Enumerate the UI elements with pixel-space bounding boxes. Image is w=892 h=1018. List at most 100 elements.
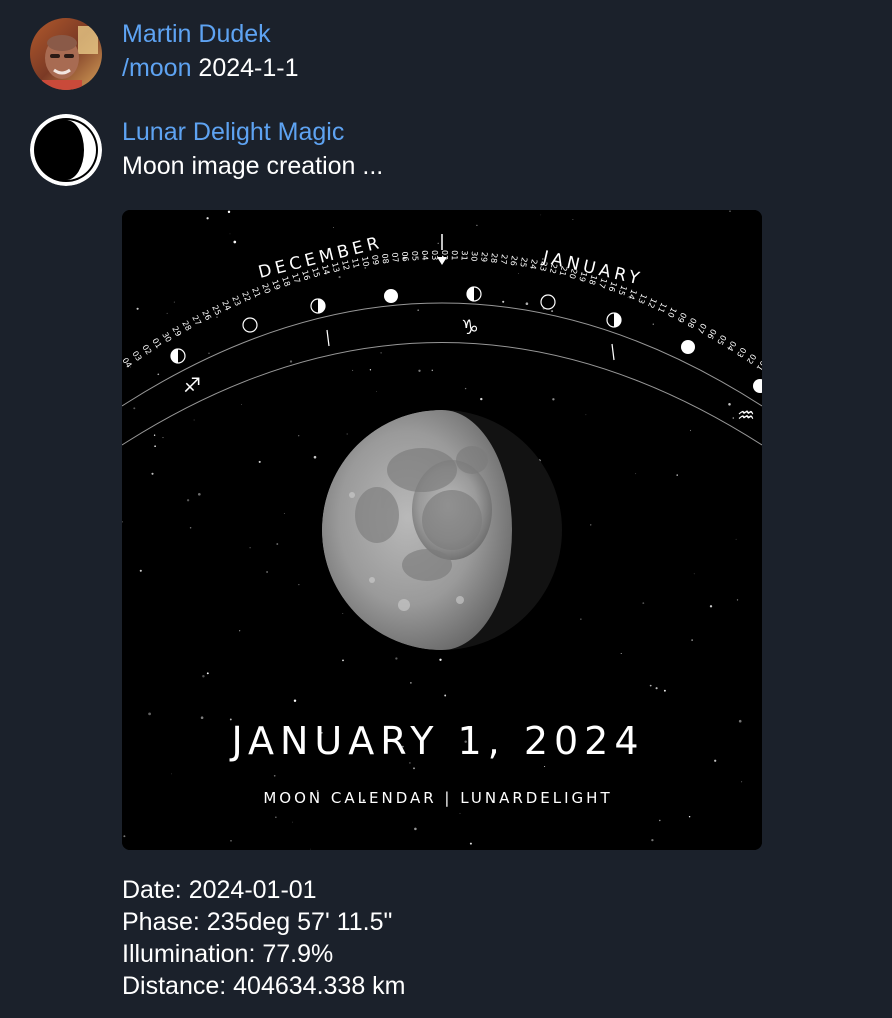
moon-date-title: JANUARY 1, 2024 <box>229 719 644 763</box>
star <box>342 613 344 614</box>
star <box>476 224 478 227</box>
distance-line: Distance: 404634.338 km <box>122 972 406 1000</box>
star <box>148 712 151 716</box>
star <box>342 659 344 662</box>
star <box>735 538 737 540</box>
message-body: Martin Dudek /moon 2024-1-1 <box>122 18 299 86</box>
star <box>133 407 136 410</box>
star <box>689 429 692 432</box>
star <box>189 526 192 529</box>
star <box>642 602 645 604</box>
day-tick-label: 08 <box>380 253 390 264</box>
star <box>691 639 693 641</box>
star <box>709 605 713 608</box>
star <box>346 433 348 435</box>
star <box>459 813 461 814</box>
star <box>173 301 175 303</box>
star <box>139 569 142 572</box>
day-tick-label: 24 <box>528 258 539 270</box>
star <box>729 210 731 212</box>
star <box>338 276 341 279</box>
avatar-bot[interactable] <box>30 114 102 186</box>
day-tick-label: 03 <box>430 250 439 260</box>
message-text: /moon 2024-1-1 <box>122 50 299 86</box>
star <box>469 842 472 845</box>
star <box>572 218 574 220</box>
star <box>502 300 505 303</box>
bot-command-link[interactable]: /moon <box>122 54 191 82</box>
avatar-martin[interactable] <box>30 18 102 90</box>
star <box>166 312 168 314</box>
star <box>439 658 442 661</box>
sagittarius-icon: ♐ <box>183 373 201 397</box>
star <box>151 472 154 475</box>
day-tick-label: 30 <box>469 251 479 262</box>
moon-photo <box>322 410 562 650</box>
star <box>292 821 294 823</box>
star <box>289 360 293 363</box>
star <box>227 210 231 214</box>
day-tick-label: 10 <box>360 256 371 268</box>
star <box>464 387 467 390</box>
star <box>544 765 546 768</box>
star <box>130 366 132 368</box>
star <box>157 373 160 376</box>
star <box>413 767 415 770</box>
star <box>298 435 300 437</box>
star <box>728 403 731 406</box>
star <box>580 618 582 620</box>
star <box>171 773 172 775</box>
star <box>417 309 420 312</box>
day-tick-label: 28 <box>489 252 499 263</box>
star <box>663 689 666 692</box>
star <box>364 267 367 269</box>
star <box>551 310 554 313</box>
moon-logo-icon <box>30 114 102 186</box>
star <box>652 323 654 325</box>
day-tick-label: 29 <box>479 252 489 263</box>
day-tick-label: 26 <box>508 255 518 266</box>
star <box>202 674 205 678</box>
star <box>200 716 204 719</box>
full-moon-icon <box>384 289 398 303</box>
star <box>369 369 372 371</box>
star <box>376 391 377 392</box>
star <box>229 233 231 235</box>
star <box>437 242 439 244</box>
day-tick-label: 25 <box>518 257 529 269</box>
sender-name[interactable]: Martin Dudek <box>122 18 299 50</box>
day-tick-label: 01 <box>450 250 459 260</box>
date-line: Date: 2024-01-01 <box>122 876 317 904</box>
star <box>651 838 654 842</box>
star <box>552 398 555 401</box>
day-tick-label: 27 <box>499 254 509 265</box>
star <box>162 437 164 439</box>
star <box>649 684 652 687</box>
last-quarter-icon <box>170 348 186 364</box>
star <box>620 652 622 655</box>
star <box>216 316 218 318</box>
star <box>136 307 139 310</box>
star <box>333 227 334 228</box>
star <box>540 214 542 216</box>
star <box>313 455 317 459</box>
star <box>738 719 742 723</box>
first-quarter-icon <box>310 298 326 314</box>
star <box>518 273 519 274</box>
star <box>444 694 447 697</box>
star <box>206 672 209 675</box>
star <box>197 492 201 496</box>
star <box>275 816 277 818</box>
star <box>186 499 190 502</box>
phase-line: Phase: 235deg 57' 11.5" <box>122 908 393 936</box>
star <box>693 573 695 575</box>
star <box>230 840 232 842</box>
star <box>206 217 209 220</box>
day-tick-label: 11 <box>350 257 361 269</box>
star <box>395 657 398 660</box>
moon-calendar-image[interactable]: DECEMBER JANUARY 04 03 02 01 30 29 28 27 26 25 24 2… <box>122 210 762 850</box>
sender-name[interactable]: Lunar Delight Magic <box>122 116 383 148</box>
day-tick-label: 07 <box>390 252 400 263</box>
last-quarter-icon <box>466 286 482 302</box>
star <box>273 774 276 777</box>
